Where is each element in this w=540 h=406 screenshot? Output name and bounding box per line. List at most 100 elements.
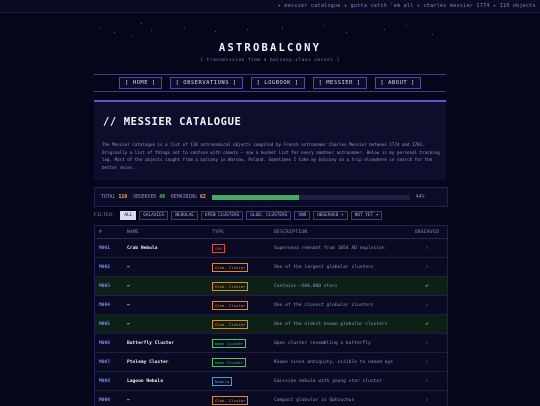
- star: ·: [98, 25, 101, 30]
- nav-logbook[interactable]: [ LOGBOOK ]: [250, 77, 305, 89]
- table-row[interactable]: M003— Glob. Cluster Contains ~500,000 star…: [95, 277, 447, 296]
- observed-cell[interactable]: ✕: [407, 245, 447, 251]
- object-type-cell: Open Cluster: [212, 338, 274, 348]
- type-badge: Glob. Cluster: [212, 262, 249, 272]
- star: ·: [113, 30, 116, 35]
- nav-home[interactable]: [ HOME ]: [119, 77, 162, 89]
- filter-not-yet-dropdown[interactable]: NOT YET ▾: [350, 210, 383, 220]
- object-id[interactable]: M005: [95, 322, 127, 327]
- observed-cell[interactable]: ✔: [407, 283, 447, 289]
- filter-nebulae[interactable]: NEBULAE: [171, 210, 198, 220]
- object-type-cell: Nebula: [212, 376, 274, 386]
- nav-about[interactable]: [ ABOUT ]: [374, 77, 421, 89]
- filter-bar: FILTER: ALL GALAXIES NEBULAE OPEN CLUSTE…: [94, 210, 446, 220]
- table-row[interactable]: M009— Glob. Cluster Compact globular in Op…: [95, 391, 447, 406]
- filter-snr[interactable]: SNR: [294, 210, 311, 220]
- type-badge: Glob. Cluster: [212, 395, 249, 405]
- object-type-cell: Glob. Cluster: [212, 281, 274, 291]
- object-description: Open cluster resembling a butterfly: [274, 340, 371, 346]
- observed-cell[interactable]: ✕: [407, 397, 447, 403]
- ticker-text: ✦ messier catalogue ✦ gotta catch 'em al…: [277, 3, 536, 9]
- table-row[interactable]: M007 Ptolemy Cluster Open Cluster Known sin…: [95, 353, 447, 372]
- type-badge: Glob. Cluster: [212, 300, 249, 310]
- filter-observed-dropdown[interactable]: OBSERVED ▾: [313, 210, 348, 220]
- object-name: Crab Nebula: [127, 245, 158, 251]
- table-row[interactable]: M001 Crab Nebula SNR Supernova remnant from…: [95, 239, 447, 258]
- cross-icon: ✕: [425, 245, 429, 251]
- stats-bar: TOTAL 110 OBSERVED 48 REMAINING 62 44%: [94, 187, 448, 207]
- nav-messier[interactable]: [ MESSIER ]: [312, 77, 367, 89]
- observed-cell[interactable]: ✕: [407, 302, 447, 308]
- object-description: Emission nebula with young star cluster: [274, 378, 382, 384]
- page-title: // MESSIER CATALOGUE: [103, 116, 242, 128]
- intro-panel: // MESSIER CATALOGUE The Messier Catalog…: [94, 100, 446, 180]
- table-row[interactable]: M004— Glob. Cluster One of the closest glo…: [95, 296, 447, 315]
- object-type-cell: Glob. Cluster: [212, 300, 274, 310]
- check-icon: ✔: [425, 321, 429, 327]
- object-id[interactable]: M002: [95, 265, 127, 270]
- filter-open-clusters[interactable]: OPEN CLUSTERS: [200, 210, 244, 220]
- type-badge: Nebula: [212, 376, 233, 386]
- filter-galaxies[interactable]: GALAXIES: [139, 210, 169, 220]
- header-observed[interactable]: OBSERVED: [407, 230, 447, 235]
- table-row[interactable]: M006 Butterfly Cluster Open Cluster Open cl…: [95, 334, 447, 353]
- star: ·: [140, 21, 143, 26]
- site-title[interactable]: ASTROBALCONY: [0, 42, 540, 54]
- header-name[interactable]: NAME: [127, 230, 212, 235]
- object-id[interactable]: M003: [95, 284, 127, 289]
- site-tagline: [ transmission from a balcony-class vess…: [200, 58, 340, 63]
- observed-cell[interactable]: ✕: [407, 378, 447, 384]
- cross-icon: ✕: [425, 397, 429, 403]
- object-id[interactable]: M007: [95, 360, 127, 365]
- header-number[interactable]: #: [95, 230, 127, 235]
- star: ·: [214, 29, 217, 34]
- object-name: Ptolemy Cluster: [127, 359, 169, 365]
- progress-percent: 44%: [415, 194, 425, 200]
- object-id[interactable]: M006: [95, 341, 127, 346]
- total-label: TOTAL: [101, 194, 116, 200]
- messier-table: # NAME TYPE DESCRIPTION OBSERVED M001 Cra…: [94, 225, 448, 406]
- object-name: —: [127, 302, 130, 308]
- cross-icon: ✕: [425, 340, 429, 346]
- remaining-count: 62: [200, 194, 206, 200]
- header-description[interactable]: DESCRIPTION: [274, 230, 407, 235]
- star: ·: [405, 23, 408, 28]
- type-badge: Glob. Cluster: [212, 281, 249, 291]
- object-id[interactable]: M009: [95, 398, 127, 403]
- object-description: Compact globular in Ophiuchus: [274, 397, 355, 403]
- observed-label: OBSERVED: [133, 194, 157, 200]
- object-id[interactable]: M001: [95, 246, 127, 251]
- observed-cell[interactable]: ✔: [407, 321, 447, 327]
- object-name: Butterfly Cluster: [127, 340, 175, 346]
- filter-glob-clusters[interactable]: GLOB. CLUSTERS: [246, 210, 292, 220]
- observed-cell[interactable]: ✕: [407, 359, 447, 365]
- object-name: —: [127, 321, 130, 327]
- object-id[interactable]: M004: [95, 303, 127, 308]
- observed-cell[interactable]: ✕: [407, 340, 447, 346]
- cross-icon: ✕: [425, 264, 429, 270]
- object-description: One of the largest globular clusters: [274, 264, 374, 270]
- object-description: One of the oldest known globular cluster…: [274, 321, 388, 327]
- type-badge: SNR: [212, 243, 226, 253]
- cross-icon: ✕: [425, 378, 429, 384]
- table-row[interactable]: M008 Lagoon Nebula Nebula Emission nebula w…: [95, 372, 447, 391]
- star: ·: [345, 30, 348, 35]
- filter-all[interactable]: ALL: [120, 210, 137, 220]
- object-id[interactable]: M008: [95, 379, 127, 384]
- cross-icon: ✕: [425, 302, 429, 308]
- object-description: Supernova remnant from 1054 AD explosion: [274, 245, 385, 251]
- cross-icon: ✕: [425, 359, 429, 365]
- progress-fill: [211, 194, 299, 200]
- object-description: One of the closest globular clusters: [274, 302, 374, 308]
- star: ·: [281, 25, 284, 30]
- table-row[interactable]: M002— Glob. Cluster One of the largest glo…: [95, 258, 447, 277]
- table-row[interactable]: M005— Glob. Cluster One of the oldest know…: [95, 315, 447, 334]
- observed-count: 48: [159, 194, 166, 200]
- header-type[interactable]: TYPE: [212, 230, 274, 235]
- filter-label: FILTER:: [94, 212, 116, 218]
- object-name: —: [127, 283, 130, 289]
- star: ·: [183, 26, 186, 31]
- object-name: —: [127, 397, 130, 403]
- observed-cell[interactable]: ✕: [407, 264, 447, 270]
- nav-observations[interactable]: [ OBSERVATIONS ]: [169, 77, 243, 89]
